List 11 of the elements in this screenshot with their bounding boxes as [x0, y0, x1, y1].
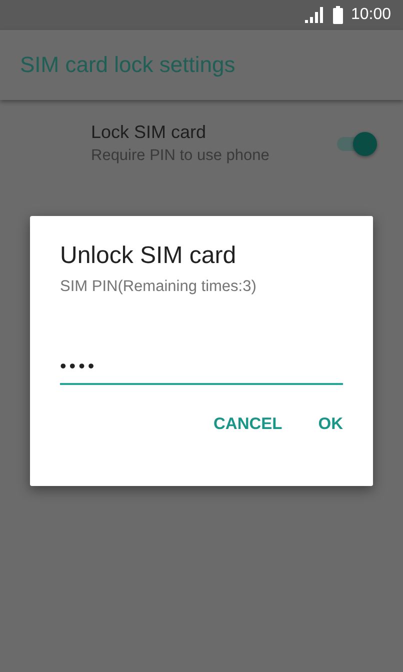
dialog-button[interactable]: OK: [304, 407, 357, 442]
dialog-title: Unlock SIM card: [60, 242, 238, 270]
setting-title: Lock SIM card: [91, 122, 208, 143]
screen-title: SIM card lock settings: [20, 52, 236, 78]
clock-time: 10:00: [350, 6, 391, 24]
dialog-button[interactable]: CANCEL: [200, 407, 296, 442]
signal-icon: [304, 7, 325, 23]
dialog-message: SIM PIN(Remaining times:3): [60, 278, 258, 296]
toggle-switch[interactable]: [335, 130, 379, 156]
battery-icon: [332, 6, 343, 24]
pin-field[interactable]: ••••: [60, 356, 343, 385]
